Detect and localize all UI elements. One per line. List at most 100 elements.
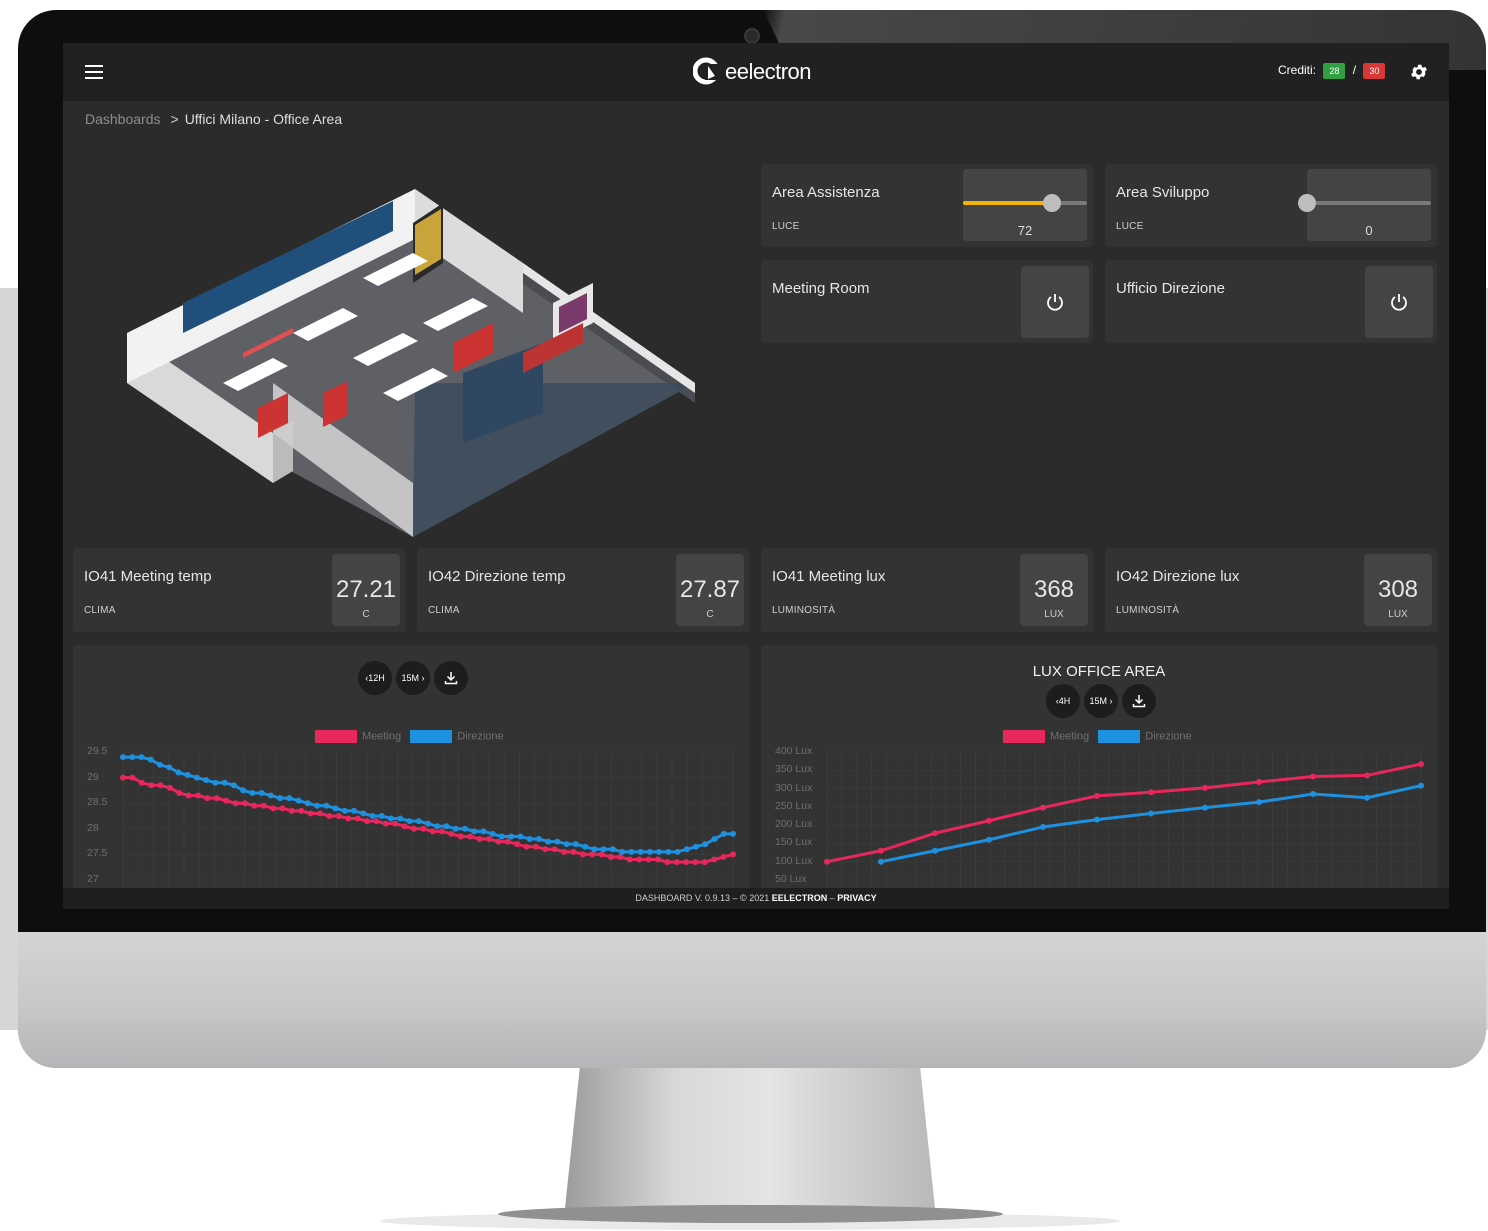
data-point-meeting[interactable]	[598, 851, 605, 858]
data-point-direzione[interactable]	[693, 843, 700, 850]
data-point-meeting[interactable]	[636, 856, 643, 863]
data-point-meeting[interactable]	[878, 847, 884, 854]
menu-icon[interactable]	[85, 65, 103, 79]
data-point-meeting[interactable]	[720, 853, 727, 860]
data-point-meeting[interactable]	[166, 784, 173, 791]
data-point-meeting[interactable]	[467, 833, 474, 840]
data-point-meeting[interactable]	[457, 833, 464, 840]
data-point-meeting[interactable]	[148, 782, 155, 789]
data-point-direzione[interactable]	[1310, 791, 1316, 798]
data-point-direzione[interactable]	[203, 777, 210, 784]
data-point-direzione[interactable]	[415, 818, 422, 825]
data-point-direzione[interactable]	[711, 836, 718, 843]
data-point-direzione[interactable]	[1040, 823, 1046, 830]
data-point-meeting[interactable]	[185, 792, 192, 799]
data-point-direzione[interactable]	[156, 761, 163, 768]
data-point-direzione[interactable]	[166, 764, 173, 771]
data-point-meeting[interactable]	[420, 825, 427, 832]
data-point-direzione[interactable]	[286, 795, 293, 802]
data-point-meeting[interactable]	[542, 846, 549, 853]
data-point-meeting[interactable]	[251, 802, 258, 809]
data-point-direzione[interactable]	[730, 830, 736, 837]
meeting-room-switch[interactable]	[1021, 266, 1089, 338]
data-point-meeting[interactable]	[1418, 761, 1424, 768]
data-point-meeting[interactable]	[288, 807, 295, 814]
data-point-meeting[interactable]	[504, 838, 511, 845]
data-point-direzione[interactable]	[193, 774, 200, 781]
data-point-direzione[interactable]	[184, 772, 191, 779]
data-point-meeting[interactable]	[551, 846, 558, 853]
data-point-direzione[interactable]	[212, 779, 219, 786]
power-icon[interactable]	[1021, 266, 1089, 338]
data-point-meeting[interactable]	[392, 820, 399, 827]
data-point-meeting[interactable]	[561, 848, 568, 855]
data-point-meeting[interactable]	[683, 859, 690, 866]
data-point-meeting[interactable]	[495, 838, 502, 845]
data-point-direzione[interactable]	[471, 828, 478, 835]
data-point-meeting[interactable]	[138, 779, 145, 786]
data-point-meeting[interactable]	[711, 856, 718, 863]
data-point-meeting[interactable]	[523, 843, 530, 850]
data-point-direzione[interactable]	[600, 846, 607, 853]
data-point-meeting[interactable]	[232, 800, 239, 807]
data-point-direzione[interactable]	[508, 833, 515, 840]
data-point-direzione[interactable]	[545, 838, 552, 845]
data-point-direzione[interactable]	[619, 848, 626, 855]
data-point-direzione[interactable]	[1094, 816, 1100, 823]
breadcrumb-root-link[interactable]: Dashboards	[85, 111, 161, 127]
data-point-meeting[interactable]	[298, 807, 305, 814]
data-point-direzione[interactable]	[498, 833, 505, 840]
data-point-meeting[interactable]	[439, 828, 446, 835]
data-point-meeting[interactable]	[589, 851, 596, 858]
data-point-meeting[interactable]	[476, 836, 483, 843]
data-point-direzione[interactable]	[240, 787, 247, 794]
data-point-meeting[interactable]	[1094, 792, 1100, 799]
dimmer-track[interactable]	[963, 201, 1087, 205]
data-point-direzione[interactable]	[480, 828, 487, 835]
data-point-meeting[interactable]	[692, 859, 699, 866]
data-point-meeting[interactable]	[448, 830, 455, 837]
data-point-direzione[interactable]	[1148, 810, 1154, 817]
data-point-meeting[interactable]	[1364, 772, 1370, 779]
data-point-meeting[interactable]	[242, 800, 248, 807]
data-point-meeting[interactable]	[279, 805, 286, 812]
ufficio-direzione-switch[interactable]	[1365, 266, 1433, 338]
data-point-direzione[interactable]	[591, 846, 598, 853]
data-point-direzione[interactable]	[656, 848, 663, 855]
data-point-direzione[interactable]	[332, 805, 339, 812]
data-point-direzione[interactable]	[295, 797, 302, 804]
data-point-direzione[interactable]	[563, 841, 570, 848]
data-point-direzione[interactable]	[582, 843, 589, 850]
data-point-meeting[interactable]	[617, 853, 624, 860]
data-point-meeting[interactable]	[373, 818, 380, 825]
dimmer-track[interactable]	[1307, 201, 1431, 205]
data-point-direzione[interactable]	[258, 789, 265, 796]
data-point-meeting[interactable]	[570, 848, 577, 855]
data-point-direzione[interactable]	[304, 800, 311, 807]
data-point-direzione[interactable]	[1256, 799, 1262, 806]
data-point-direzione[interactable]	[646, 848, 653, 855]
data-point-direzione[interactable]	[1202, 804, 1208, 811]
data-point-meeting[interactable]	[307, 810, 314, 817]
data-point-meeting[interactable]	[260, 802, 267, 809]
data-point-direzione[interactable]	[628, 848, 635, 855]
footer-privacy-link[interactable]: PRIVACY	[837, 893, 876, 903]
data-point-meeting[interactable]	[157, 782, 164, 789]
data-point-meeting[interactable]	[673, 859, 680, 866]
data-point-meeting[interactable]	[932, 830, 938, 837]
data-point-direzione[interactable]	[720, 830, 727, 837]
data-point-meeting[interactable]	[317, 810, 324, 817]
data-point-direzione[interactable]	[378, 813, 385, 819]
power-icon[interactable]	[1365, 266, 1433, 338]
data-point-direzione[interactable]	[609, 846, 616, 853]
data-point-meeting[interactable]	[335, 813, 342, 819]
data-point-direzione[interactable]	[277, 795, 284, 802]
data-point-direzione[interactable]	[665, 848, 672, 855]
data-point-meeting[interactable]	[195, 792, 202, 799]
data-point-direzione[interactable]	[314, 802, 321, 809]
data-point-meeting[interactable]	[129, 774, 136, 781]
data-point-direzione[interactable]	[175, 769, 182, 776]
data-point-direzione[interactable]	[360, 810, 367, 817]
data-point-meeting[interactable]	[176, 789, 183, 796]
data-point-direzione[interactable]	[388, 815, 395, 822]
